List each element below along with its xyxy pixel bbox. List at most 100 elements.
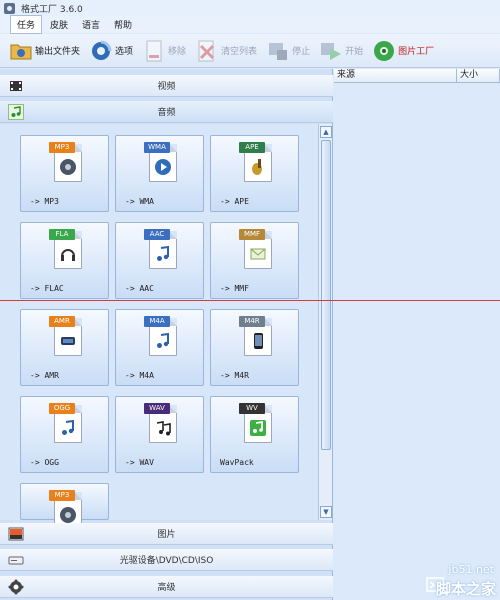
format-tile-ape[interactable]: APE -> APE — [210, 135, 299, 212]
stop-button[interactable]: 停止 — [267, 40, 310, 62]
tile-label: -> MMF — [220, 284, 249, 293]
clear-list-button[interactable]: 清空列表 — [196, 40, 257, 62]
iphone-icon — [249, 332, 267, 350]
start-icon — [320, 40, 342, 62]
format-badge: M4A — [144, 316, 170, 327]
format-tile-m4a[interactable]: M4A -> M4A — [115, 309, 204, 386]
format-badge: WV — [239, 403, 265, 414]
format-badge: APE — [239, 142, 265, 153]
clear-list-icon — [196, 40, 218, 62]
format-badge: AAC — [144, 229, 170, 240]
category-advanced[interactable]: 高级 — [0, 576, 333, 598]
guitar-icon — [249, 158, 267, 176]
scroll-up-button[interactable]: ▲ — [320, 126, 332, 138]
start-button[interactable]: 开始 — [320, 40, 363, 62]
format-badge: FLA — [49, 229, 75, 240]
format-badge: MP3 — [49, 490, 75, 501]
tile-label: -> MP3 — [30, 197, 59, 206]
app-icon — [4, 2, 15, 14]
menu-bar: 任务 皮肤 语言 帮助 — [0, 15, 500, 34]
output-folder-button[interactable]: 输出文件夹 — [10, 40, 80, 62]
category-audio[interactable]: 音频 — [0, 101, 333, 123]
format-tile-fla[interactable]: FLA -> FLAC — [20, 222, 109, 299]
music-note-icon — [154, 245, 172, 263]
format-badge: MMF — [239, 229, 265, 240]
scroll-thumb[interactable] — [321, 140, 331, 450]
output-folder-label: 输出文件夹 — [35, 47, 81, 57]
format-tile-m4r[interactable]: M4R -> M4R — [210, 309, 299, 386]
remove-button[interactable]: 移除 — [143, 40, 186, 62]
music-note-icon — [59, 419, 77, 437]
category-video[interactable]: 视频 — [0, 75, 333, 97]
green-note-icon — [249, 419, 267, 437]
tile-label: -> AAC — [125, 284, 154, 293]
audio-scrollbar[interactable]: ▲ ▼ — [318, 124, 332, 520]
category-picture-label: 图片 — [157, 530, 176, 540]
picture-factory-icon — [373, 40, 395, 62]
file-list[interactable]: 来源 大小 — [334, 69, 500, 600]
clear-list-label: 清空列表 — [221, 47, 258, 57]
format-badge: WMA — [144, 142, 170, 153]
format-tile-mp3[interactable]: MP3 — [20, 483, 109, 530]
film-icon — [8, 78, 24, 94]
format-tile-mmf[interactable]: MMF -> MMF — [210, 222, 299, 299]
options-button[interactable]: 选项 — [90, 40, 133, 62]
category-audio-label: 音频 — [157, 108, 176, 118]
format-tile-mp3[interactable]: MP3 -> MP3 — [20, 135, 109, 212]
tile-label: -> APE — [220, 197, 249, 206]
format-tile-wv[interactable]: WV WavPack — [210, 396, 299, 473]
title-bar: 格式工厂 3.6.0 — [0, 0, 500, 16]
category-disc-label: 光驱设备\DVD\CD\ISO — [119, 556, 214, 566]
category-disc[interactable]: 光驱设备\DVD\CD\ISO — [0, 549, 333, 571]
menu-skin[interactable]: 皮肤 — [44, 16, 74, 33]
music-notes-icon — [154, 419, 172, 437]
format-tile-amr[interactable]: AMR -> AMR — [20, 309, 109, 386]
category-video-label: 视频 — [157, 82, 176, 92]
format-tile-aac[interactable]: AAC -> AAC — [115, 222, 204, 299]
watermark-name: 脚本之家 — [435, 580, 496, 598]
gears-icon — [8, 579, 24, 595]
format-tile-ogg[interactable]: OGG -> OGG — [20, 396, 109, 473]
tile-label: -> WAV — [125, 458, 154, 467]
column-size[interactable]: 大小 — [457, 69, 500, 83]
format-tile-wav[interactable]: WAV -> WAV — [115, 396, 204, 473]
speaker-icon — [59, 506, 77, 524]
category-advanced-label: 高级 — [157, 583, 176, 593]
stop-label: 停止 — [292, 47, 311, 57]
tile-label: -> M4R — [220, 371, 249, 380]
speaker-icon — [59, 158, 77, 176]
menu-language[interactable]: 语言 — [76, 16, 106, 33]
start-label: 开始 — [345, 47, 364, 57]
envelope-icon — [249, 245, 267, 263]
play-icon — [154, 158, 172, 176]
format-badge: OGG — [49, 403, 75, 414]
picture-factory-button[interactable]: 图片工厂 — [373, 40, 434, 62]
category-picture[interactable]: 图片 — [0, 523, 333, 545]
music-note-icon — [154, 332, 172, 350]
stop-icon — [267, 40, 289, 62]
format-badge: WAV — [144, 403, 170, 414]
format-badge: M4R — [239, 316, 265, 327]
toolbar: 输出文件夹 选项 移除 清空列表 停止 开始 图片工厂 — [0, 34, 500, 68]
watermark-site: jb51.net — [448, 563, 494, 576]
scroll-down-button[interactable]: ▼ — [320, 506, 332, 518]
options-label: 选项 — [115, 47, 134, 57]
tile-label: -> OGG — [30, 458, 59, 467]
music-note-icon — [8, 104, 24, 120]
phone-icon — [59, 332, 77, 350]
tile-label: -> FLAC — [30, 284, 64, 293]
menu-help[interactable]: 帮助 — [108, 16, 138, 33]
remove-label: 移除 — [168, 47, 187, 57]
format-badge: MP3 — [49, 142, 75, 153]
options-icon — [90, 40, 112, 62]
remove-icon — [143, 40, 165, 62]
format-tile-wma[interactable]: WMA -> WMA — [115, 135, 204, 212]
format-badge: AMR — [49, 316, 75, 327]
divider-line — [0, 300, 500, 301]
picture-icon — [8, 526, 24, 542]
folder-icon — [10, 40, 32, 62]
tile-label: -> WMA — [125, 197, 154, 206]
menu-task[interactable]: 任务 — [10, 15, 43, 34]
column-source[interactable]: 来源 — [334, 69, 457, 83]
tile-label: -> AMR — [30, 371, 59, 380]
